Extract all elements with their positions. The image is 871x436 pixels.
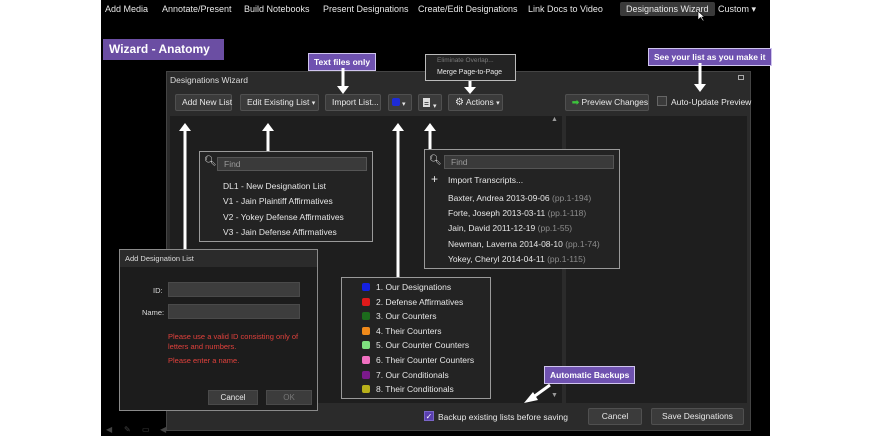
transcript-item[interactable]: Jain, David 2011-12-19 (pp.1-55)	[448, 223, 572, 233]
color-swatch	[362, 356, 370, 364]
screen-icon[interactable]: ▭	[142, 425, 150, 434]
plus-icon: +	[431, 172, 439, 186]
transcript-name: Jain, David 2011-12-19	[448, 223, 536, 234]
designation-color-item[interactable]: 4. Their Counters	[376, 326, 442, 336]
transcript-pages: (pp.1-115)	[547, 253, 586, 264]
transcript-name: Newman, Laverna 2014-08-10	[448, 238, 563, 249]
list-item[interactable]: DL1 - New Designation List	[223, 181, 326, 191]
designation-color-item[interactable]: 5. Our Counter Counters	[376, 340, 469, 350]
cancel-button[interactable]: Cancel	[588, 408, 642, 425]
designation-color-item[interactable]: 2. Defense Affirmatives	[376, 297, 463, 307]
name-field[interactable]	[168, 304, 300, 319]
transcript-item[interactable]: Newman, Laverna 2014-08-10 (pp.1-74)	[448, 239, 600, 249]
designation-color-item[interactable]: 7. Our Conditionals	[376, 370, 449, 380]
add-dialog-title: Add Designation List	[125, 254, 194, 263]
designation-color-item[interactable]: 6. Their Counter Counters	[376, 355, 474, 365]
add-designation-list-dialog	[119, 249, 318, 411]
transcript-pages: (pp.1-55)	[537, 223, 573, 234]
save-designations-button[interactable]: Save Designations	[651, 408, 744, 425]
import-transcripts-item[interactable]: Import Transcripts...	[448, 175, 523, 185]
transcript-item[interactable]: Baxter, Andrea 2013-09-06 (pp.1-194)	[448, 193, 591, 203]
backup-label: Backup existing lists before saving	[438, 412, 568, 422]
color-swatch	[362, 283, 370, 291]
backup-checkbox[interactable]: ✓	[424, 411, 434, 421]
transcript-name: Yokey, Cheryl 2014-04-11	[448, 253, 545, 264]
designation-color-item[interactable]: 8. Their Conditionals	[376, 384, 454, 394]
search-icon: 🔍︎	[429, 155, 442, 166]
pencil-icon[interactable]: ✎	[124, 425, 131, 434]
add-dialog-cancel-button[interactable]: Cancel	[208, 390, 258, 405]
list-item[interactable]: V2 - Yokey Defense Affirmatives	[223, 212, 344, 222]
transcript-pages: (pp.1-74)	[565, 238, 600, 249]
color-swatch	[362, 341, 370, 350]
back-icon[interactable]: ◀	[106, 425, 112, 434]
name-error-text: Please enter a name.	[168, 356, 240, 365]
name-label: Name:	[142, 308, 165, 317]
color-swatch	[362, 385, 370, 394]
transcript-name: Baxter, Andrea 2013-09-06	[448, 193, 550, 203]
color-swatch	[362, 297, 370, 306]
transcript-item[interactable]: Yokey, Cheryl 2014-04-11 (pp.1-115)	[448, 254, 586, 264]
edit-list-search-input[interactable]: Find	[217, 157, 367, 171]
designation-color-item[interactable]: 1. Our Designations	[376, 282, 451, 292]
id-field[interactable]	[168, 282, 300, 297]
speaker-icon[interactable]: ◀	[160, 425, 166, 434]
designation-color-panel	[341, 277, 491, 399]
search-icon: 🔍︎	[204, 156, 217, 167]
color-swatch	[362, 326, 370, 335]
transcript-pages: (pp.1-118)	[547, 208, 587, 219]
list-item[interactable]: V1 - Jain Plaintiff Affirmatives	[223, 196, 333, 206]
transcript-pages: (pp.1-194)	[551, 193, 592, 203]
designation-color-item[interactable]: 3. Our Counters	[376, 311, 436, 321]
color-swatch	[362, 370, 370, 379]
transcript-item[interactable]: Forte, Joseph 2013-03-11 (pp.1-118)	[448, 208, 586, 218]
id-error-text: Please use a valid ID consisting only of…	[168, 332, 299, 351]
add-dialog-ok-button[interactable]: OK	[266, 390, 312, 405]
list-item[interactable]: V3 - Jain Defense Affirmatives	[223, 227, 337, 237]
transcript-name: Forte, Joseph 2013-03-11	[448, 208, 546, 219]
id-label: ID:	[153, 286, 163, 295]
color-swatch	[362, 312, 370, 321]
import-search-input[interactable]: Find	[444, 155, 614, 169]
